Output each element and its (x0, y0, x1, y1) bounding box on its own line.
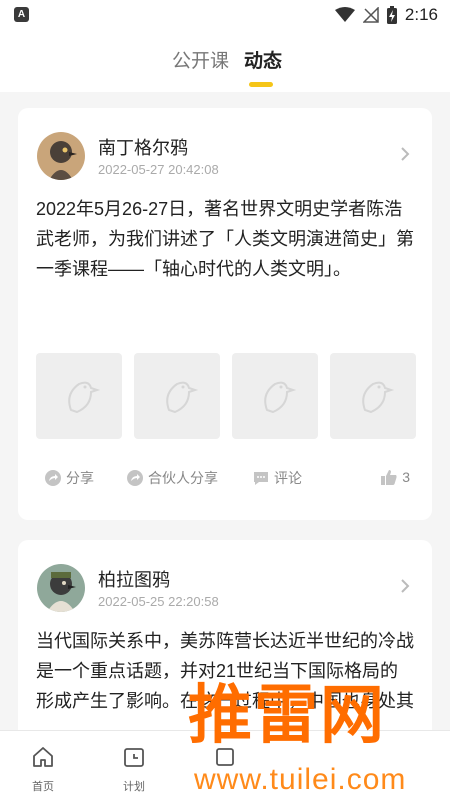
post-text: 2022年5月26-27日，著名世界文明史学者陈浩武老师，为我们讲述了「人类文明… (36, 199, 414, 279)
bird-placeholder-icon (68, 381, 101, 414)
nav-plan[interactable]: 计划 (109, 745, 159, 794)
tab-icon (216, 748, 234, 766)
author-name[interactable]: 柏拉图鸦 (98, 566, 170, 592)
share-icon (127, 470, 143, 486)
nav-home-label: 首页 (32, 781, 54, 793)
bird-placeholder-icon (264, 381, 297, 414)
chevron-right-icon[interactable] (400, 146, 410, 162)
like-count: 3 (402, 469, 410, 485)
like-button[interactable]: 3 (380, 468, 410, 486)
share-button[interactable]: 分享 (44, 468, 94, 488)
post-timestamp: 2022-05-27 20:42:08 (98, 162, 219, 177)
comment-button[interactable]: 评论 (252, 468, 302, 488)
home-icon (33, 747, 53, 767)
avatar[interactable] (37, 564, 85, 612)
bird-placeholder-icon (166, 381, 199, 414)
post-text: 当代国际关系中，美苏阵营长达近半世纪的冷战是一个重点话题，并对21世纪当下国际格… (36, 631, 414, 711)
tab-public-course[interactable]: 公开课 (172, 46, 229, 73)
bottom-nav: 首页 计划 (0, 730, 450, 800)
comment-icon (254, 472, 268, 485)
image-placeholder[interactable] (330, 353, 416, 439)
wifi-icon (334, 7, 355, 22)
tab-dynamics[interactable]: 动态 (244, 46, 282, 73)
image-grid (36, 353, 416, 439)
no-signal-icon (362, 7, 379, 23)
battery-charging-icon (386, 6, 397, 24)
thumbs-up-icon (381, 470, 397, 485)
comment-label: 评论 (274, 470, 302, 486)
status-bar: A 2:16 (0, 0, 450, 30)
post-timestamp: 2022-05-25 22:20:58 (98, 594, 219, 609)
image-placeholder[interactable] (36, 353, 122, 439)
nav-tab[interactable] (200, 745, 250, 774)
clock: 2:16 (404, 5, 438, 24)
nav-home[interactable]: 首页 (18, 745, 68, 794)
partner-share-button[interactable]: 合伙人分享 (126, 468, 218, 488)
active-tab-indicator (249, 82, 273, 87)
avatar[interactable] (37, 132, 85, 180)
app-notification-icon: A (14, 7, 29, 22)
top-tabs: 公开课 动态 (0, 30, 450, 92)
image-placeholder[interactable] (232, 353, 318, 439)
chevron-right-icon[interactable] (400, 578, 410, 594)
image-placeholder[interactable] (134, 353, 220, 439)
calendar-icon (124, 748, 144, 767)
partner-share-label: 合伙人分享 (148, 470, 218, 486)
status-icons: 2:16 (334, 5, 438, 25)
bird-placeholder-icon (362, 381, 395, 414)
author-name[interactable]: 南丁格尔鸦 (98, 134, 188, 160)
post-card[interactable]: 南丁格尔鸦 2022-05-27 20:42:08 2022年5月26-27日，… (18, 108, 432, 520)
share-label: 分享 (66, 470, 94, 486)
nav-plan-label: 计划 (123, 781, 145, 793)
post-actions: 分享 合伙人分享 评论 3 (44, 468, 410, 490)
share-icon (45, 470, 61, 486)
